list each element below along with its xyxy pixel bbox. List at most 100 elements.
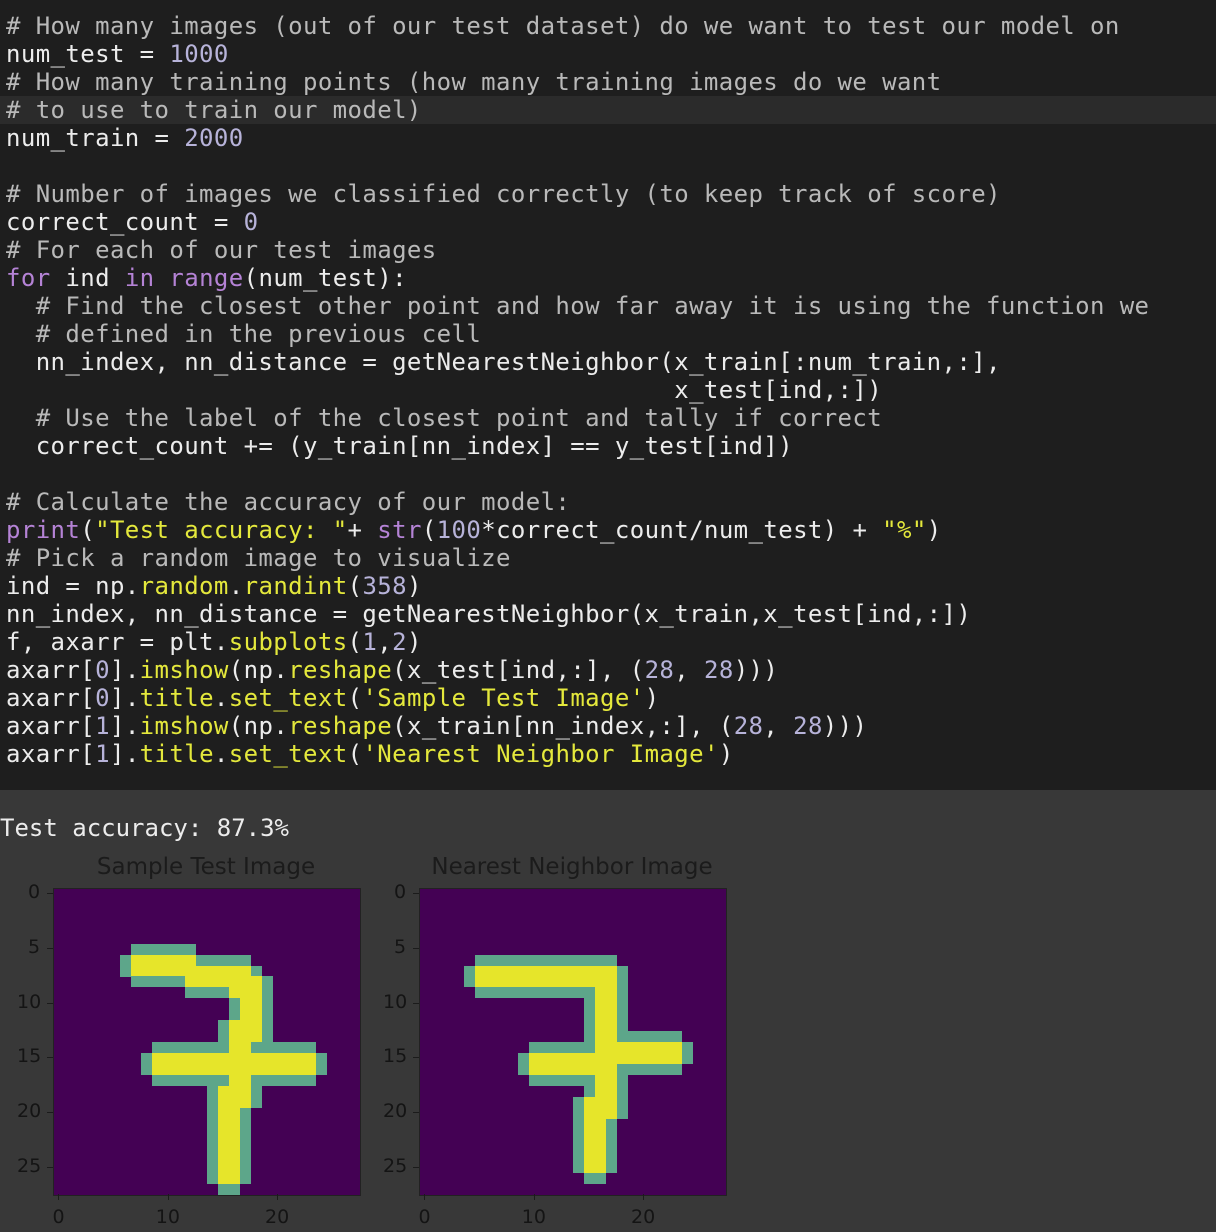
code-token-comment: # How many training points (how many tra… [6,68,942,96]
code-token-kw: str [377,516,422,544]
image-pixel [217,1107,229,1119]
image-pixel [217,1173,229,1185]
code-token-num: 28 [733,712,764,740]
image-pixel [196,954,208,966]
image-pixel [616,976,628,988]
code-token-attr: subplots [228,628,348,656]
x-tick-mark [167,1194,169,1200]
image-pixel [239,1096,251,1108]
code-token-plain: nn_index, nn_distance = getNearestNeighb… [6,600,972,628]
x-tick-mark [58,1194,60,1200]
code-token-attr: set_text [228,684,348,712]
image-pixel [638,1063,650,1075]
image-axes-nearest-neighbor [419,888,727,1196]
image-pixel [583,1020,595,1032]
image-pixel [239,998,251,1010]
image-pixel [660,1031,672,1043]
image-pixel [174,976,186,988]
image-pixel [518,987,530,999]
image-pixel [605,1118,617,1130]
image-pixel [518,1052,530,1064]
image-pixel [196,1063,208,1075]
image-pixel [228,1107,240,1119]
image-pixel [250,1063,262,1075]
code-token-plain: f, axarr = plt. [6,628,229,656]
image-pixel [283,1063,295,1075]
code-token-plain: ))) [822,712,868,740]
code-token-num: 0 [243,208,259,236]
image-pixel [616,965,628,977]
image-pixel [562,954,574,966]
image-pixel [141,1052,153,1064]
image-pixel [562,1042,574,1053]
x-tick-label: 0 [52,1206,65,1228]
y-tick-mark [47,1002,53,1004]
image-pixel [594,1129,606,1141]
image-pixel [250,1085,262,1097]
image-pixel [261,976,273,988]
code-token-plain: (x_train[nn_index,:], ( [392,712,734,740]
code-token-num: 1 [362,628,378,656]
image-pixel [239,1118,251,1130]
image-pixel [261,1042,273,1053]
code-token-num: 100 [436,516,482,544]
image-pixel [594,1042,606,1053]
y-tick-mark [47,1166,53,1168]
image-pixel [638,1042,650,1053]
image-pixel [562,1074,574,1086]
image-pixel [261,1031,273,1043]
image-pixel [228,998,240,1010]
code-token-plain: , [674,656,704,684]
y-tick-mark [47,948,53,950]
code-token-comment: # Pick a random image to visualize [6,544,511,572]
code-token-plain: ( [421,516,437,544]
code-token-attr: title [139,740,214,768]
image-pixel [594,1031,606,1043]
image-pixel [239,1031,251,1043]
y-tick-label: 10 [17,990,42,1013]
image-pixel [474,987,486,999]
code-token-plain: nn_index, nn_distance = getNearestNeighb… [6,348,1001,376]
image-pixel [518,1063,530,1075]
image-pixel [239,987,251,999]
image-pixel [627,1063,639,1075]
image-pixel [551,965,563,977]
y-tick-label: 20 [17,1100,42,1123]
image-pixel [272,1063,284,1075]
image-pixel [583,1107,595,1119]
image-pixel [174,954,186,966]
image-pixel [583,1129,595,1141]
code-token-plain: . [213,684,229,712]
code-token-plain: ) [926,516,942,544]
y-tick-label: 15 [17,1045,42,1068]
image-pixel [207,1118,218,1130]
image-pixel [228,1020,240,1032]
image-pixel [638,1052,650,1064]
code-token-plain: ) [406,628,422,656]
image-pixel [294,1074,306,1086]
image-pixel [540,1042,552,1053]
code-token-attr: reshape [288,656,393,684]
image-pixel [616,1031,628,1043]
code-cell[interactable]: # How many images (out of our test datas… [0,0,1216,790]
image-pixel [616,1020,628,1032]
image-pixel [594,1074,606,1086]
image-pixel [463,965,475,977]
code-line: # For each of our test images [6,236,437,264]
image-pixel [562,976,574,988]
image-pixel [207,1042,218,1053]
code-token-plain: x_test[ind,:]) [6,376,883,404]
image-pixel [583,1085,595,1097]
image-pixel [294,1063,306,1075]
code-token-attr: title [139,684,214,712]
image-pixel [529,1042,541,1053]
image-pixel [228,954,240,966]
image-pixel [228,1085,240,1097]
image-pixel [616,998,628,1010]
image-pixel [239,1085,251,1097]
image-pixel [272,1074,284,1086]
code-token-comment: # Calculate the accuracy of our model: [6,488,571,516]
image-pixel [573,976,584,988]
image-pixel [605,954,617,966]
image-pixel [616,1009,628,1021]
